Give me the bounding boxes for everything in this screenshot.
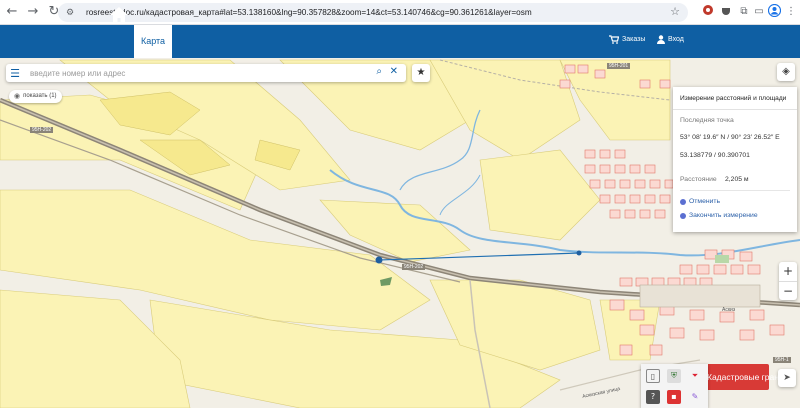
mobile-icon[interactable]: ▯: [646, 369, 660, 383]
search-icon[interactable]: ⌕: [376, 66, 382, 77]
address-url[interactable]: rosreestr-doc.ru/кадастровая_карта#lat=5…: [86, 8, 671, 17]
zoom-control: + −: [779, 262, 797, 300]
cancel-button[interactable]: Отменить: [680, 198, 720, 205]
panel-divider: [673, 109, 797, 110]
pdf-icon[interactable]: ▪: [667, 390, 681, 404]
road-label-95n1: 95Н-1: [773, 357, 791, 363]
panel-divider-2: [680, 190, 790, 191]
menu-icon[interactable]: ☰: [6, 67, 24, 80]
distance-label: Расстояние: [680, 176, 717, 183]
last-point-decimal: 53.138779 / 90.390701: [680, 152, 750, 159]
login-label: Вход: [668, 36, 684, 43]
measure-start-point: [375, 256, 383, 264]
home-icon[interactable]: [109, 6, 129, 26]
road-label-95n201: 95Н-201: [607, 63, 631, 69]
layers-icon[interactable]: ◈: [777, 63, 795, 81]
show-button[interactable]: ◉ показать (1): [9, 90, 62, 103]
cart-icon: [609, 35, 619, 44]
locate-arrow-icon[interactable]: ➤: [778, 369, 796, 387]
orders-label: Заказы: [622, 36, 646, 43]
road-label-95n202: 95Н-202: [30, 127, 54, 133]
distance-value: 2,205 м: [725, 176, 749, 183]
forward-icon[interactable]: →: [24, 3, 42, 21]
extension-icon[interactable]: [700, 4, 716, 20]
measure-title: Измерение расстояний и площади: [680, 95, 787, 102]
favorites-star-icon[interactable]: ★: [412, 64, 430, 82]
shield-icon[interactable]: ⛨: [667, 369, 681, 383]
info-icon[interactable]: ?: [646, 390, 660, 404]
last-point-dms: 53° 08′ 19.6″ N / 90° 23′ 26.52″ E: [680, 134, 780, 141]
measure-end-point: [576, 250, 582, 256]
cancel-label: Отменить: [689, 198, 721, 205]
finish-measure-button[interactable]: Закончить измерение: [680, 212, 758, 219]
finish-dot-icon: [680, 212, 686, 219]
filter-icon[interactable]: ⏷: [688, 369, 702, 383]
site-info-icon[interactable]: ⚙: [66, 8, 80, 18]
login-button[interactable]: Вход: [657, 35, 684, 44]
back-icon[interactable]: ←: [3, 3, 21, 21]
tab-map[interactable]: Карта: [134, 25, 172, 58]
extension-icon-2[interactable]: [718, 4, 734, 20]
measure-panel: Измерение расстояний и площади Последняя…: [673, 87, 797, 232]
station-label: Аскиз: [722, 307, 736, 313]
sidebar-icon[interactable]: ▭: [751, 4, 767, 20]
bookmark-star-icon[interactable]: ☆: [670, 5, 680, 18]
more-menu-icon[interactable]: ⋮: [783, 4, 799, 20]
search-bar: ☰ ⌕ ✕: [6, 64, 406, 82]
show-label: показать (1): [23, 93, 57, 99]
ruler-pencil-icon[interactable]: ✎: [688, 390, 702, 404]
profile-icon[interactable]: [766, 3, 782, 20]
address-bar[interactable]: ⚙ rosreestr-doc.ru/кадастровая_карта#lat…: [58, 3, 688, 22]
orders-button[interactable]: Заказы: [609, 35, 645, 44]
road-label-95n202-b: 95Н-202: [402, 264, 426, 270]
user-icon: [657, 35, 665, 44]
finish-label: Закончить измерение: [689, 212, 758, 219]
close-icon[interactable]: ✕: [390, 66, 398, 77]
eye-icon: ◉: [14, 93, 21, 100]
zoom-out-button[interactable]: −: [779, 282, 797, 301]
extensions-puzzle-icon[interactable]: ⧉: [736, 4, 752, 20]
last-point-label: Последняя точка: [680, 117, 734, 124]
search-input[interactable]: [30, 68, 360, 78]
cancel-dot-icon: [680, 198, 686, 205]
zoom-in-button[interactable]: +: [779, 262, 797, 281]
tool-palette: ▯ ⛨ ⏷ ? ▪ ✎: [641, 364, 708, 408]
